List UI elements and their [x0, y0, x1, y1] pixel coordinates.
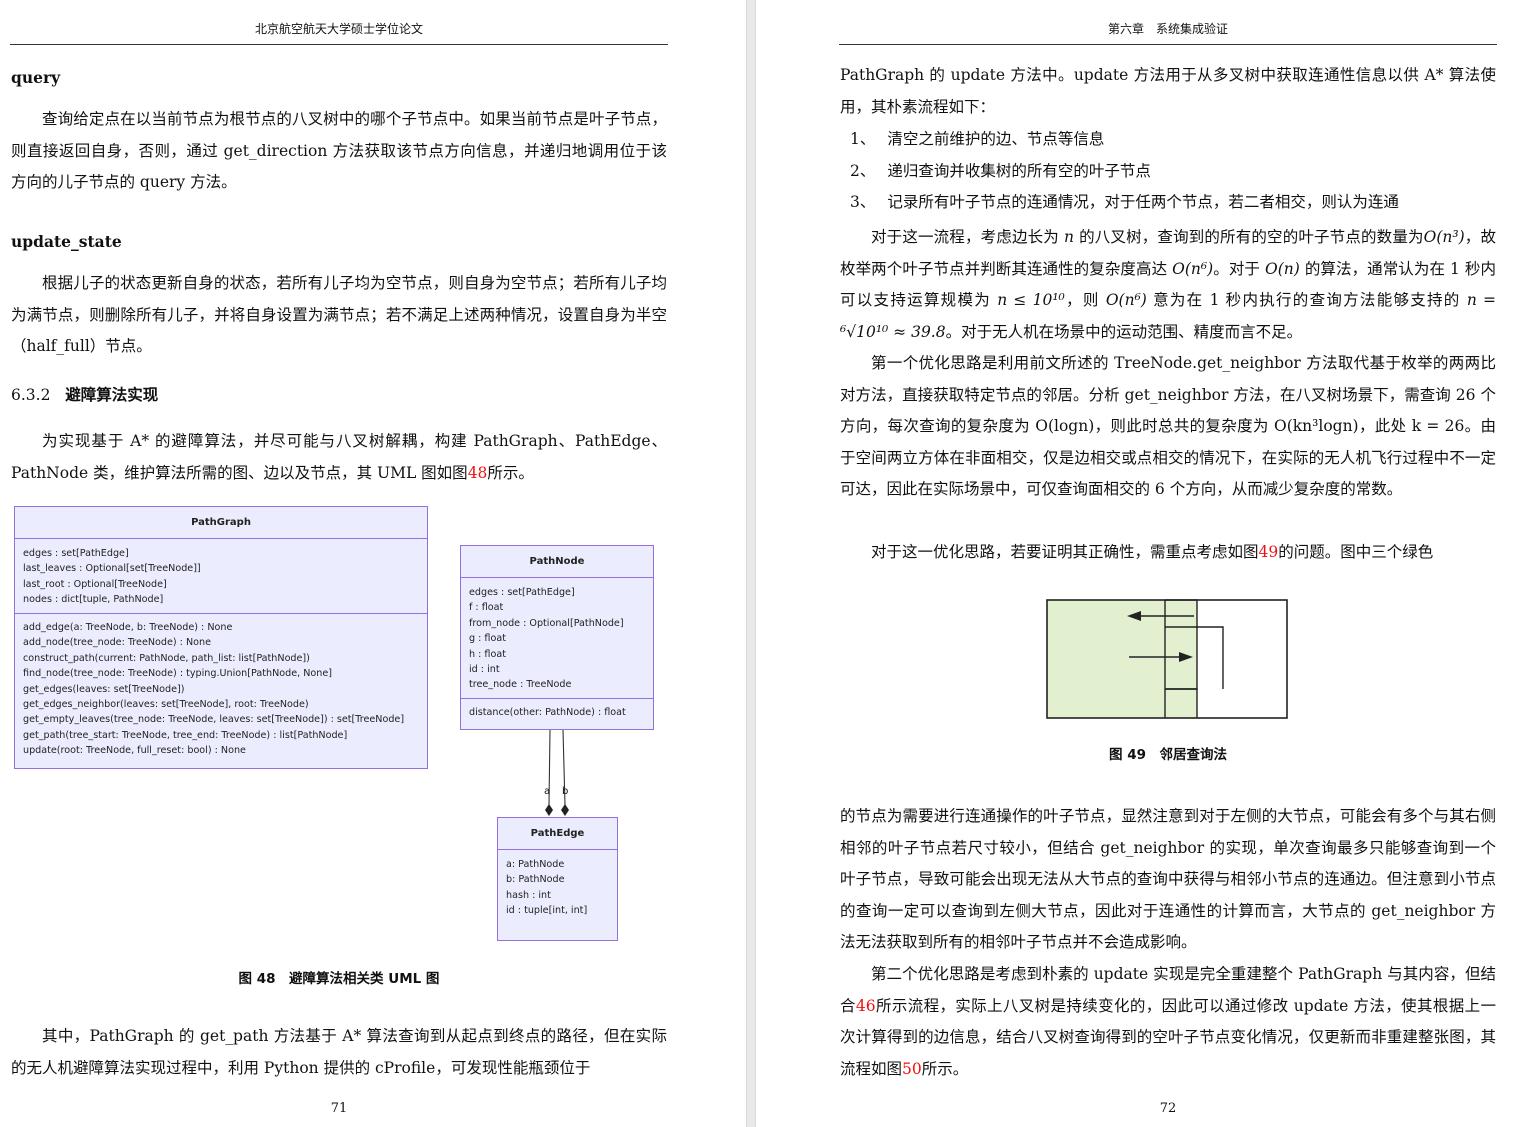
attribute: g : float — [469, 633, 506, 645]
subsection-heading: 6.3.2 避障算法实现 — [11, 385, 159, 404]
figure-ref-48[interactable]: 48 — [468, 464, 488, 482]
list-item: 2、 递归查询并收集树的所有空的叶子节点 — [850, 161, 1151, 180]
page-header: 北京航空航天大学硕士学位论文 — [254, 22, 423, 36]
left-page: 北京航空航天大学硕士学位论文 query 查询给定点在以当前节点为根节点的八叉树… — [0, 0, 746, 1127]
method: get_edges(leaves: set[TreeNode]) — [23, 683, 185, 695]
figure-ref-50[interactable]: 50 — [902, 1060, 922, 1078]
association-label-a: a — [544, 786, 551, 797]
attribute: h : float — [469, 648, 506, 660]
uml-class-pathedge: PathEdge a: PathNode b: PathNode hash : … — [497, 817, 618, 941]
header-rule — [10, 44, 668, 45]
page-number: 71 — [330, 1101, 348, 1116]
method: get_edges_neighbor(leaves: set[TreeNode]… — [23, 699, 309, 711]
paragraph-bottom: 其中，PathGraph 的 get_path 方法基于 A* 算法查询到从起点… — [11, 1027, 667, 1077]
page-number: 72 — [1159, 1101, 1177, 1116]
figure-48-caption: 图 48 避障算法相关类 UML 图 — [238, 971, 440, 987]
attribute: edges : set[PathEdge] — [469, 587, 575, 598]
class-attributes: edges : set[PathEdge] f : float from_nod… — [461, 578, 653, 698]
attribute: id : int — [469, 664, 500, 676]
method: find_node(tree_node: TreeNode) : typing.… — [23, 668, 332, 680]
right-page: 第六章 系统集成验证 PathGraph 的 update 方法中。update… — [756, 0, 1532, 1127]
attribute: last_leaves : Optional[set[TreeNode]] — [23, 563, 201, 575]
heading-update-state: update_state — [11, 232, 122, 251]
paragraph-neighbor-explain: 的节点为需要进行连通操作的叶子节点，显然注意到对于左侧的大节点，可能会有多个与其… — [840, 807, 1496, 951]
class-methods: distance(other: PathNode) : float — [461, 698, 653, 725]
attribute: f : float — [469, 602, 504, 614]
uml-association-lines — [545, 729, 569, 816]
header-rule — [839, 44, 1497, 45]
figure-ref-49[interactable]: 49 — [1259, 543, 1279, 561]
class-methods: add_edge(a: TreeNode, b: TreeNode) : Non… — [15, 613, 427, 764]
method: add_node(tree_node: TreeNode) : None — [23, 637, 211, 649]
attribute: last_root : Optional[TreeNode] — [23, 578, 167, 590]
small-leaf-node-top — [1165, 600, 1197, 627]
list-item: 1、 清空之前维护的边、节点等信息 — [850, 130, 1105, 148]
attribute: edges : set[PathEdge] — [23, 548, 129, 559]
attribute: a: PathNode — [506, 859, 565, 870]
association-label-b: b — [562, 786, 569, 797]
list-item: 3、 记录所有叶子节点的连通情况，对于任两个节点，若二者相交，则认为连通 — [850, 193, 1399, 211]
figure-ref-46[interactable]: 46 — [856, 997, 876, 1015]
figure-49-caption: 图 49 邻居查询法 — [1109, 747, 1227, 763]
paragraph-proof: 对于这一优化思路，若要证明其正确性，需重点考虑如图49的问题。图中三个绿色 — [871, 543, 1434, 561]
method: add_edge(a: TreeNode, b: TreeNode) : Non… — [23, 622, 233, 633]
heading-query: query — [11, 68, 61, 87]
paragraph-complexity: 对于这一流程，考虑边长为 n 的八叉树，查询到的所有的空的叶子节点的数量为O(n… — [840, 228, 1496, 341]
uml-class-pathnode: PathNode edges : set[PathEdge] f : float… — [460, 545, 654, 730]
method: get_empty_leaves(tree_node: TreeNode, le… — [23, 714, 405, 726]
attribute: nodes : dict[tuple, PathNode] — [23, 594, 164, 606]
paragraph-intro: 为实现基于 A* 的避障算法，并尽可能与八叉树解耦，构建 PathGraph、P… — [11, 432, 667, 482]
composition-diamond-b — [561, 804, 569, 816]
paragraph-update-intro: PathGraph 的 update 方法中。update 方法用于从多叉树中获… — [840, 66, 1496, 116]
method: get_path(tree_start: TreeNode, tree_end:… — [23, 729, 348, 741]
class-name: PathNode — [461, 546, 653, 578]
page-header: 第六章 系统集成验证 — [1107, 22, 1228, 36]
uml-class-pathgraph: PathGraph edges : set[PathEdge] last_lea… — [14, 506, 428, 769]
attribute: from_node : Optional[PathNode] — [469, 617, 624, 629]
attribute: id : tuple[int, int] — [506, 905, 588, 917]
attribute: hash : int — [506, 889, 551, 901]
figure-49-neighbor-diagram — [1046, 599, 1288, 719]
attribute: b: PathNode — [506, 874, 565, 886]
steps-list: 1、 清空之前维护的边、节点等信息 2、 递归查询并收集树的所有空的叶子节点 3、记… — [840, 124, 1496, 219]
method: update(root: TreeNode, full_reset: bool)… — [23, 745, 246, 757]
class-name: PathGraph — [15, 507, 427, 539]
class-attributes: edges : set[PathEdge] last_leaves : Opti… — [15, 539, 427, 613]
paragraph-optimization-1: 第一个优化思路是利用前文所述的 TreeNode.get_neighbor 方法… — [840, 354, 1496, 498]
method: distance(other: PathNode) : float — [469, 707, 626, 718]
class-name: PathEdge — [498, 818, 617, 850]
composition-diamond-a — [545, 804, 553, 816]
paragraph-query: 查询给定点在以当前节点为根节点的八叉树中的哪个子节点中。如果当前节点是叶子节点，… — [11, 110, 667, 191]
paragraph-update-state: 根据儿子的状态更新自身的状态，若所有儿子均为空节点，则自身为空节点；若所有儿子均… — [11, 274, 667, 355]
paragraph-optimization-2: 第二个优化思路是考虑到朴素的 update 实现是完全重建整个 PathGrap… — [840, 965, 1496, 1078]
small-leaf-node-bottom — [1165, 689, 1197, 718]
attribute: tree_node : TreeNode — [469, 679, 572, 691]
page-gutter — [746, 0, 756, 1127]
class-attributes: a: PathNode b: PathNode hash : int id : … — [498, 850, 617, 924]
method: construct_path(current: PathNode, path_l… — [23, 652, 310, 664]
